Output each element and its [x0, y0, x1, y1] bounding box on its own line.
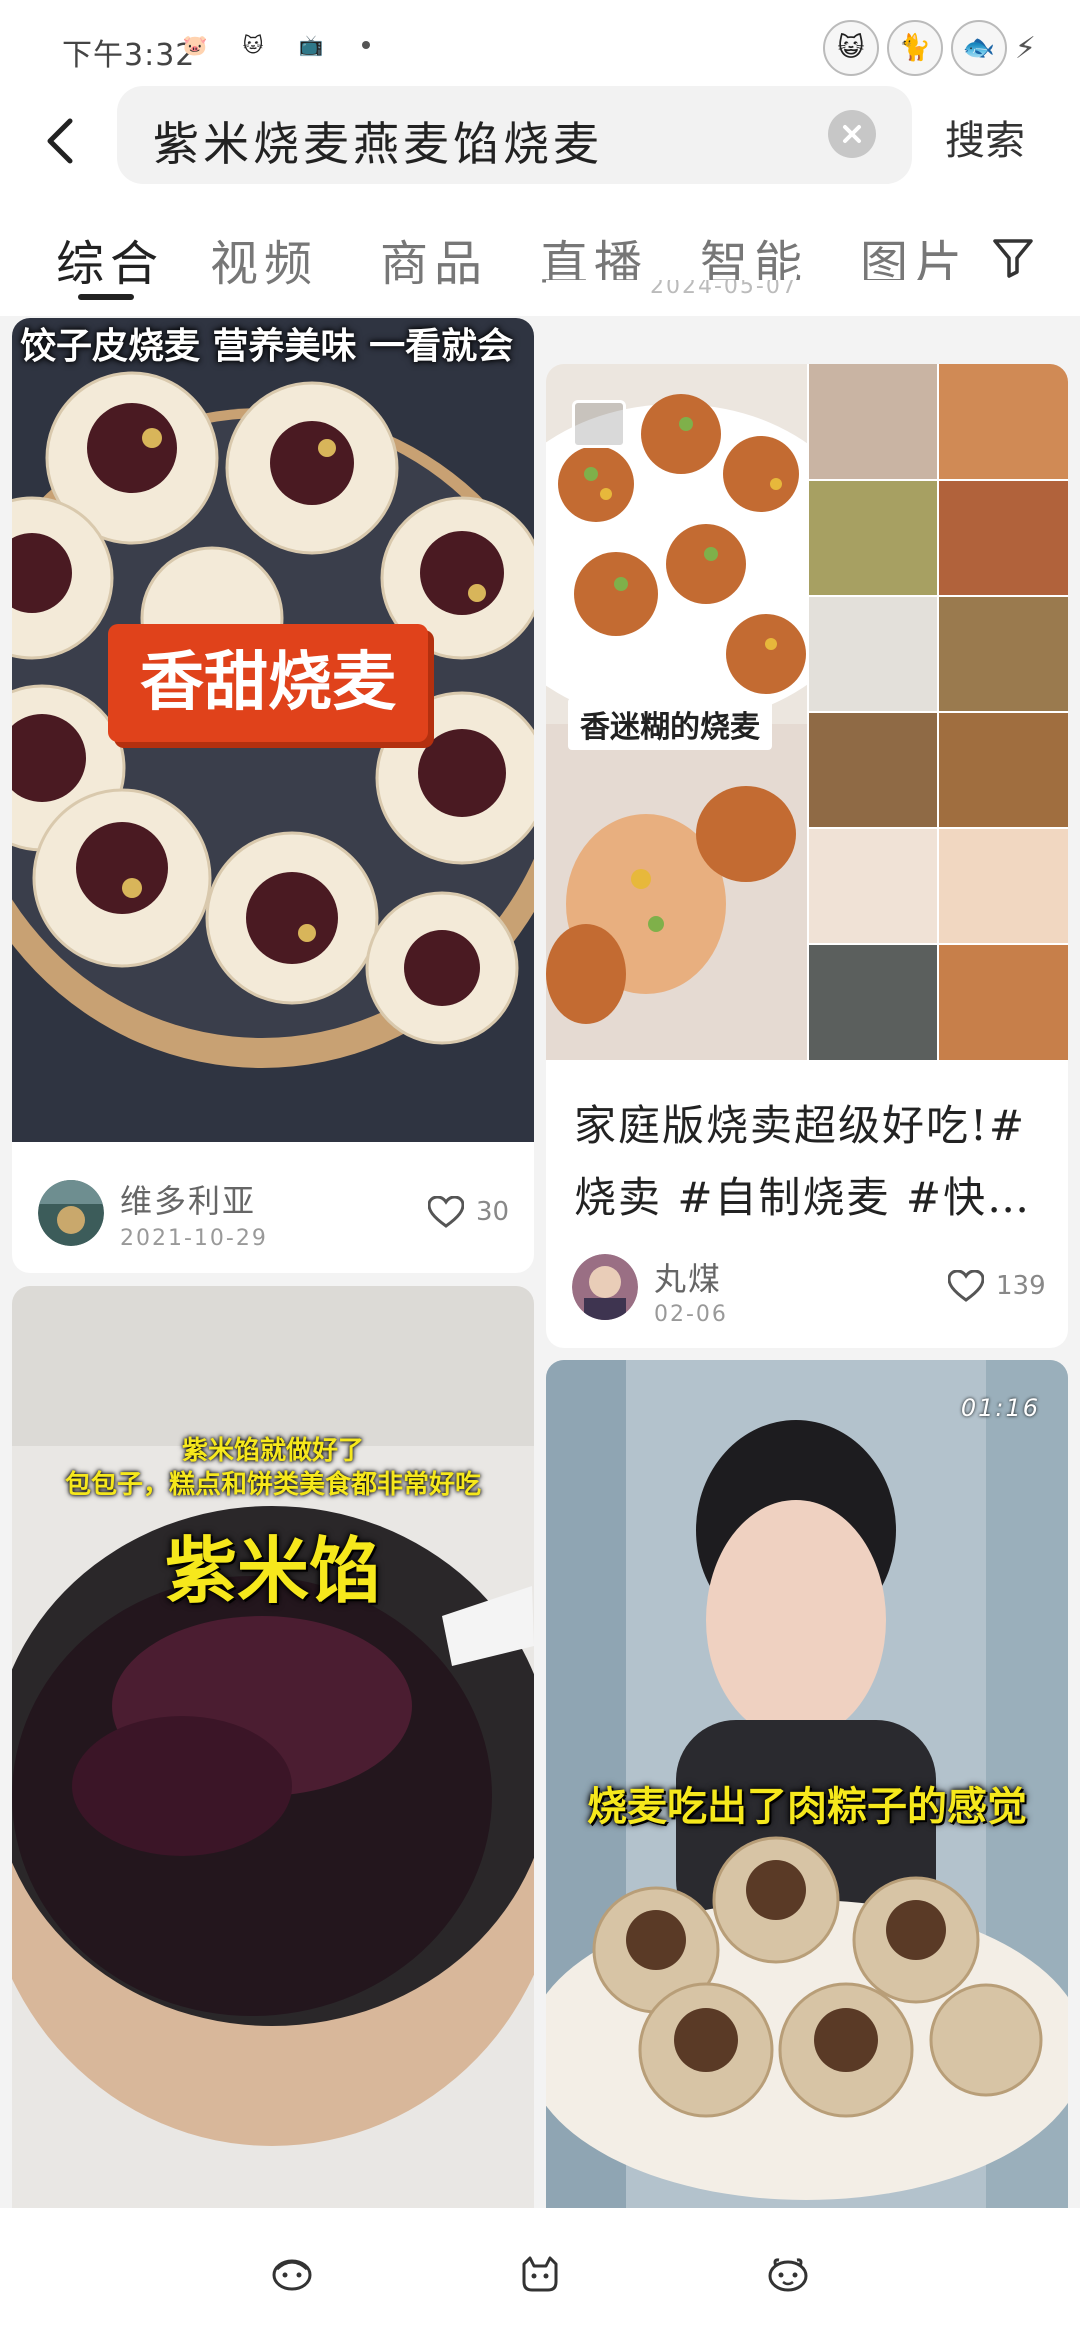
- tab-video[interactable]: 视频: [210, 224, 318, 294]
- cat-sticker-icon: 😺: [822, 20, 879, 76]
- card-title[interactable]: 家庭版烧卖超级好吃!# 烧卖 #自制烧麦 #快…: [574, 1090, 1044, 1234]
- card-overlay-big: 紫米馅: [164, 1529, 381, 1613]
- feed-card[interactable]: 饺子皮烧麦 营养美味 一看就会 香甜烧麦 维多利亚 2021-10-29 30: [12, 318, 534, 1273]
- avatar[interactable]: [38, 1180, 104, 1246]
- status-notification-icons: 🐷 🐱 📺: [178, 28, 370, 62]
- status-right-icons: 😺 🐈 🐟 ⚡: [822, 20, 1036, 76]
- heart-icon: [948, 1270, 984, 1302]
- card-overlay-line2: 包包子，糕点和饼类美食都非常好吃: [64, 1470, 481, 1500]
- image-icon: [572, 400, 626, 448]
- like-button[interactable]: 30: [428, 1196, 509, 1228]
- status-time: 下午3:32: [62, 38, 196, 73]
- purple-rice-photo: [12, 1286, 534, 2208]
- card-overlay-title: 饺子皮烧麦 营养美味 一看就会: [20, 326, 514, 367]
- like-count: 139: [996, 1271, 1046, 1301]
- fish-battery-icon: 🐟: [950, 20, 1007, 76]
- like-count: 30: [476, 1197, 510, 1227]
- search-input[interactable]: 紫米烧麦燕麦馅烧麦: [117, 86, 912, 184]
- card-overlay-line1: 紫米馅就做好了: [181, 1436, 364, 1466]
- tv-icon: 📺: [298, 33, 324, 57]
- pig-icon: 🐷: [182, 33, 208, 57]
- nav-face[interactable]: [758, 2244, 818, 2304]
- gray-cat-icon: 🐈: [886, 20, 943, 76]
- back-button[interactable]: [30, 106, 90, 176]
- bottom-navigation: [0, 2208, 1080, 2340]
- back-arrow-icon: [47, 118, 73, 164]
- video-duration: 01:16: [960, 1394, 1040, 1422]
- nav-cat-icon: [522, 2256, 558, 2292]
- status-bar: 下午3:32 🐷 🐱 📺 😺 🐈 🐟 ⚡: [0, 0, 1080, 86]
- post-date: 02-06: [654, 1302, 728, 1327]
- author-name[interactable]: 维多利亚: [120, 1176, 256, 1222]
- feed-card-partial[interactable]: 2024-05-07: [546, 280, 1068, 316]
- clear-icon: [843, 125, 861, 143]
- nav-face-icon: [768, 2258, 808, 2292]
- author-name[interactable]: 丸煤: [654, 1254, 722, 1300]
- post-date: 2024-05-07: [650, 280, 798, 299]
- search-header: 紫米烧麦燕麦馅烧麦 搜索: [0, 86, 1080, 196]
- filter-icon[interactable]: [990, 234, 1036, 280]
- tab-comprehensive[interactable]: 综合: [56, 224, 164, 294]
- search-query-text: 紫米烧麦燕麦馅烧麦: [153, 117, 603, 171]
- card-overlay-caption: 烧麦吃出了肉粽子的感觉: [587, 1784, 1027, 1830]
- post-date: 2021-10-29: [120, 1226, 268, 1251]
- tab-products[interactable]: 商品: [380, 224, 488, 294]
- feed-card[interactable]: 紫米馅就做好了 包包子，糕点和饼类美食都非常好吃 紫米馅: [12, 1286, 534, 2208]
- charging-icon: ⚡: [1014, 30, 1036, 66]
- dot-icon: [362, 41, 370, 49]
- card-overlay-label: 香迷糊的烧麦: [568, 698, 772, 750]
- cat-face-icon: 🐱: [242, 33, 264, 57]
- feed-card[interactable]: 香迷糊的烧麦 家庭版烧卖超级好吃!# 烧卖 #自制烧麦 #快… 丸煤 02-06…: [546, 364, 1068, 1348]
- active-tab-indicator: [78, 294, 134, 300]
- heart-icon: [428, 1196, 464, 1228]
- nav-cat[interactable]: [510, 2244, 570, 2304]
- nav-home-icon: [272, 2259, 312, 2291]
- nav-home[interactable]: [262, 2244, 322, 2304]
- like-button[interactable]: 139: [948, 1270, 1046, 1302]
- search-button[interactable]: 搜索: [945, 108, 1025, 166]
- feed-card[interactable]: 01:16 烧麦吃出了肉粽子的感觉: [546, 1360, 1068, 2208]
- clear-button[interactable]: [828, 110, 876, 158]
- card-overlay-badge: 香甜烧麦: [108, 624, 428, 742]
- avatar[interactable]: [572, 1254, 638, 1320]
